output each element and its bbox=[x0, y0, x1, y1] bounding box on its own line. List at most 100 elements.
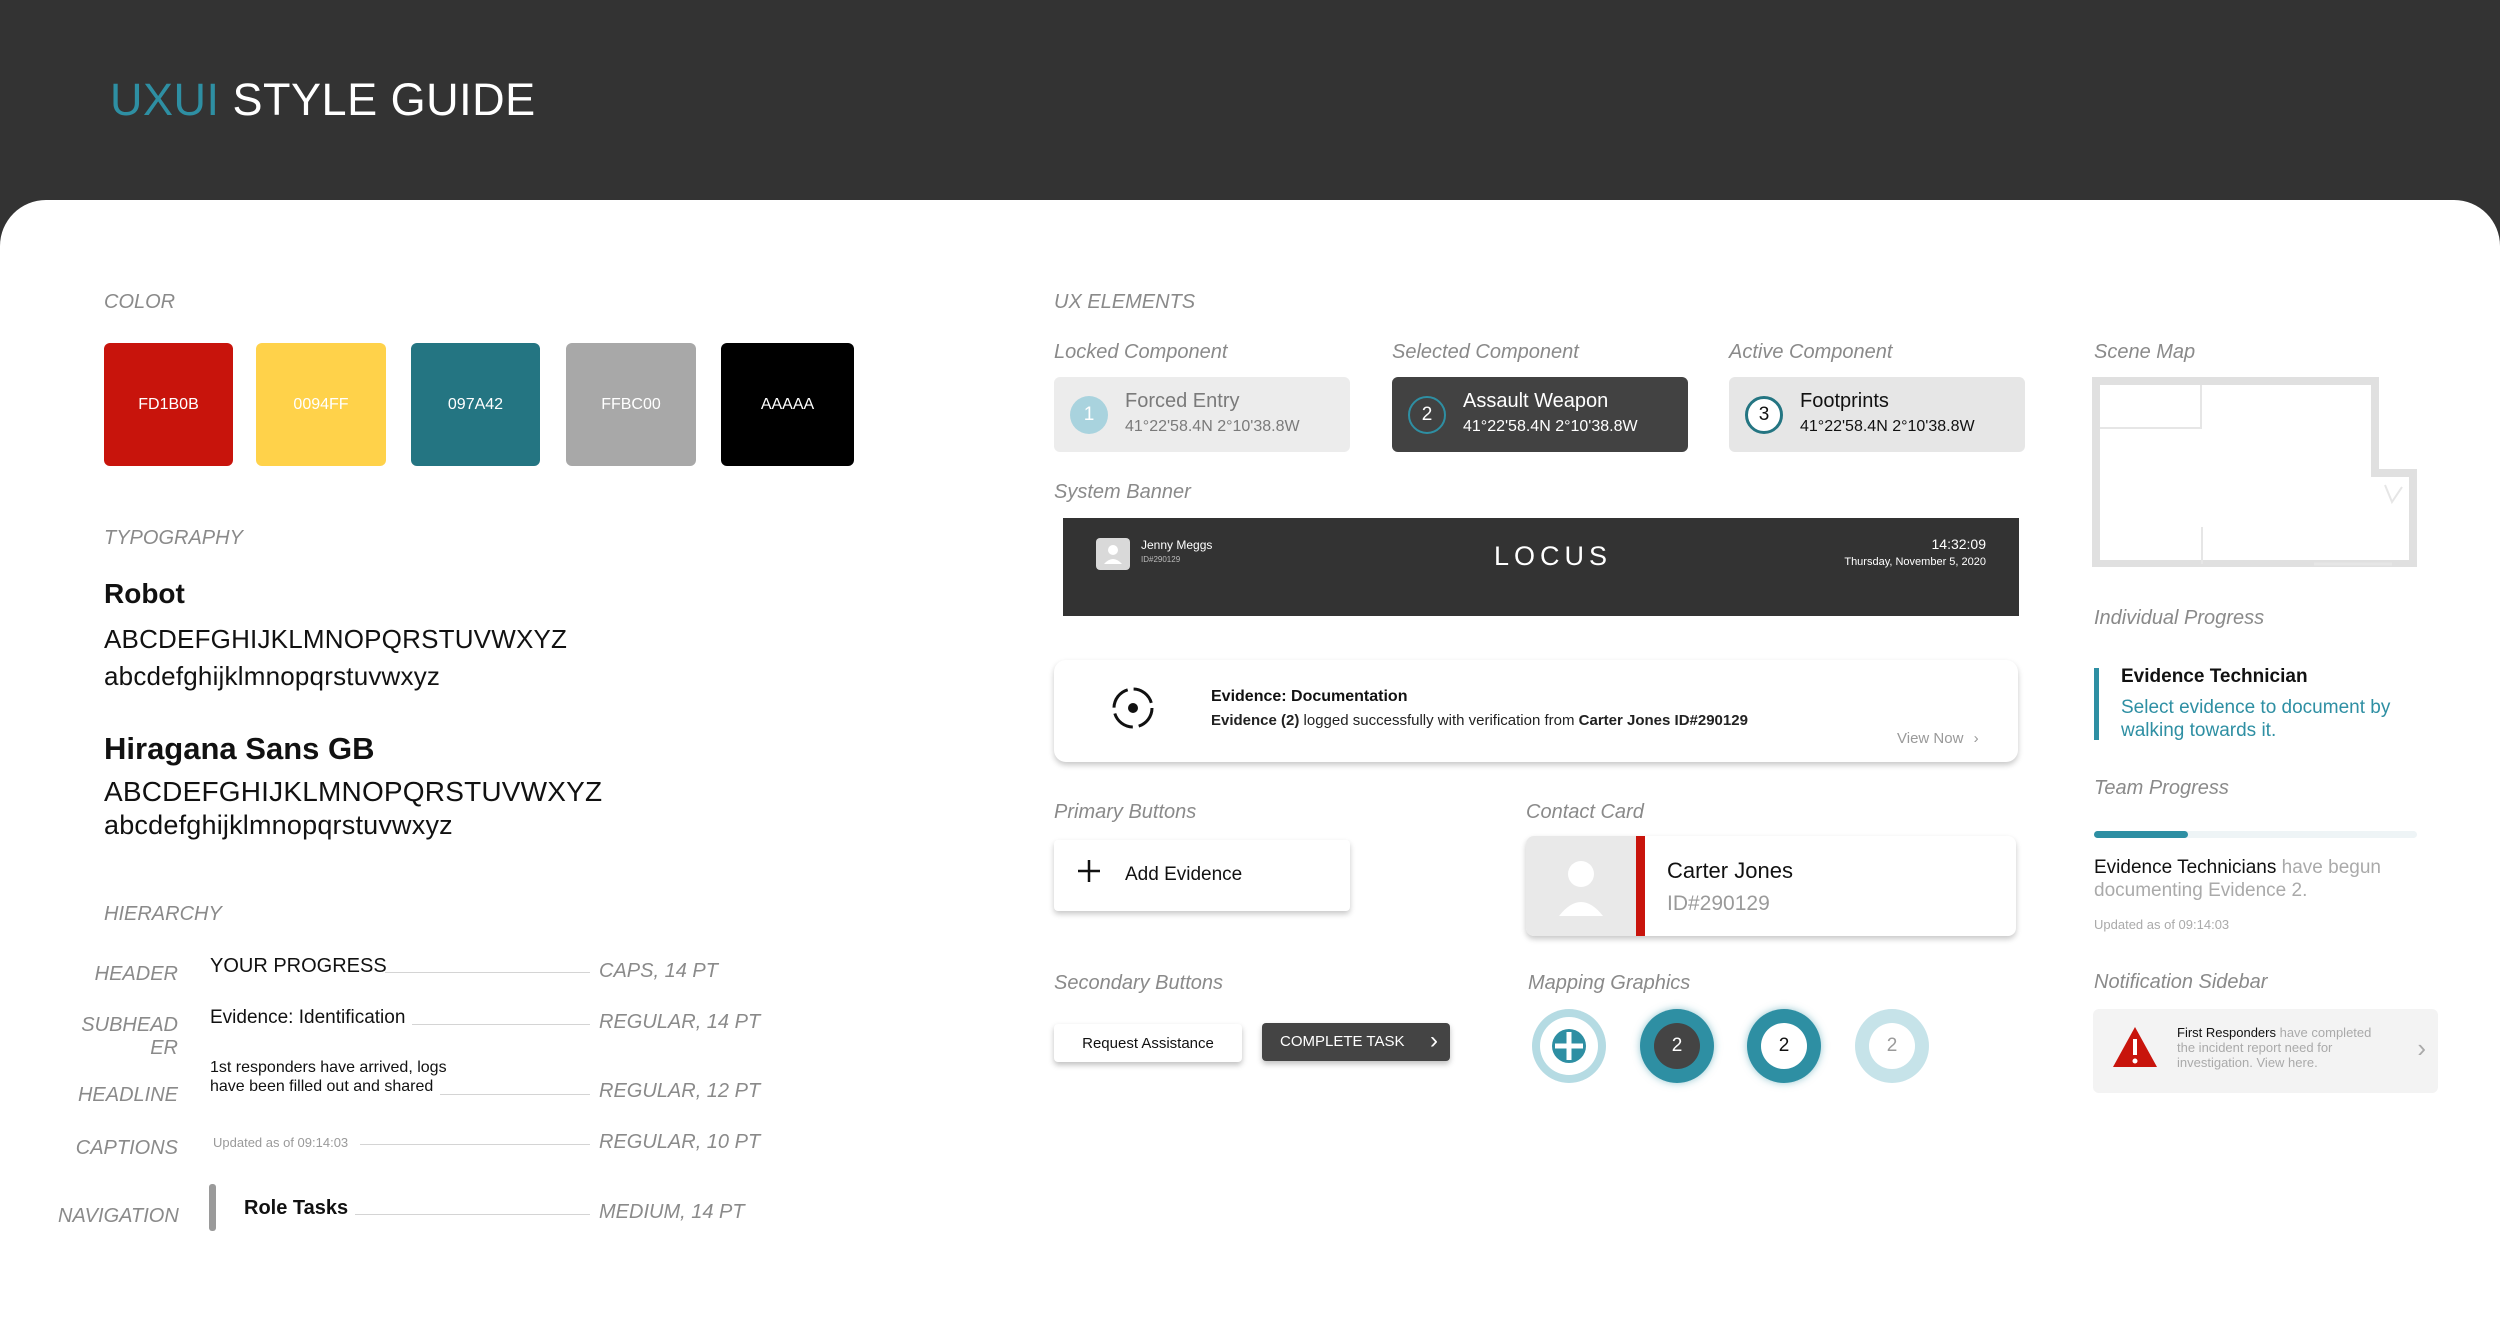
step-number-badge: 2 bbox=[1408, 396, 1446, 434]
map-marker-locked[interactable]: 2 bbox=[1855, 1009, 1929, 1083]
view-now-label: View Now bbox=[1897, 730, 1964, 747]
hierarchy-sample-caption: Updated as of 09:14:03 bbox=[213, 1135, 349, 1150]
chevron-right-icon: › bbox=[2417, 1033, 2426, 1063]
font-sample-upper: ABCDEFGHIJKLMNOPQRSTUVWXYZ bbox=[104, 624, 568, 654]
ux-section-label: UX ELEMENTS bbox=[1054, 291, 1196, 313]
add-evidence-label: Add Evidence bbox=[1125, 864, 1243, 885]
color-swatch-teal: 097A42 bbox=[411, 343, 540, 466]
team-progress-track bbox=[2094, 831, 2417, 838]
progress-indicator-bar bbox=[2094, 668, 2099, 740]
hierarchy-divider bbox=[412, 1024, 590, 1025]
hierarchy-sample-header: YOUR PROGRESS bbox=[210, 955, 387, 977]
secondary-buttons-label: Secondary Buttons bbox=[1054, 972, 1223, 994]
evidence-notification[interactable]: Evidence: Documentation Evidence (2) log… bbox=[1054, 660, 2018, 762]
hierarchy-spec: REGULAR, 14 PT bbox=[599, 1011, 761, 1033]
contact-card-label: Contact Card bbox=[1526, 801, 1644, 823]
title-accent: UXUI bbox=[110, 74, 220, 125]
hierarchy-label: NAVIGATION bbox=[58, 1205, 179, 1227]
notification-title: Evidence: Documentation bbox=[1211, 688, 1408, 705]
font-name-robot: Robot bbox=[104, 578, 185, 609]
system-banner: Jenny Meggs ID#290129 LOCUS 14:32:09 Thu… bbox=[1063, 518, 2019, 616]
selected-component-label: Selected Component bbox=[1392, 341, 1579, 363]
individual-progress-body: Select evidence to document by walking t… bbox=[2121, 697, 2391, 741]
team-progress-text: Evidence Technicians have begun document… bbox=[2094, 856, 2424, 902]
swatch-label: FFBC00 bbox=[601, 395, 661, 413]
hierarchy-label: CAPTIONS bbox=[75, 1137, 178, 1159]
marker-number: 2 bbox=[1869, 1023, 1915, 1069]
team-progress-fill bbox=[2094, 831, 2188, 838]
complete-task-button[interactable]: COMPLETE TASK › bbox=[1262, 1023, 1450, 1061]
hierarchy-label: SUBHEAD ER bbox=[81, 1014, 178, 1059]
hierarchy-label: HEADER bbox=[94, 963, 178, 985]
color-section-label: COLOR bbox=[104, 291, 176, 313]
headline-line-2: have been filled out and shared bbox=[210, 1078, 434, 1095]
person-icon bbox=[1559, 861, 1603, 916]
marker-inner bbox=[1540, 1017, 1598, 1075]
nav-indicator-bar bbox=[209, 1184, 216, 1231]
team-progress-bold: Evidence Technicians bbox=[2094, 857, 2277, 878]
hierarchy-sample-subhead: Evidence: Identification bbox=[210, 1007, 406, 1028]
headline-line-1: 1st responders have arrived, logs bbox=[210, 1059, 447, 1076]
title-rest: STYLE GUIDE bbox=[232, 74, 536, 125]
chevron-right-icon: › bbox=[1430, 1027, 1438, 1054]
hierarchy-sample-nav[interactable]: Role Tasks bbox=[244, 1197, 348, 1220]
banner-user-name: Jenny Meggs bbox=[1141, 538, 1213, 552]
color-swatch-black: AAAAA bbox=[721, 343, 854, 466]
swatch-label: 097A42 bbox=[447, 395, 504, 413]
hierarchy-spec: REGULAR, 12 PT bbox=[599, 1080, 761, 1102]
step-number-badge: 1 bbox=[1070, 396, 1108, 434]
selected-component[interactable]: 2 Assault Weapon 41°22'58.4N 2°10'38.8W bbox=[1392, 377, 1688, 452]
request-assistance-button[interactable]: Request Assistance bbox=[1054, 1024, 1242, 1062]
active-component[interactable]: 3 Footprints 41°22'58.4N 2°10'38.8W bbox=[1729, 377, 2025, 452]
step-title: Footprints bbox=[1800, 390, 1889, 412]
font-sample-lower: abcdefghijklmnopqrstuvwxyz bbox=[104, 810, 453, 840]
scene-map-label: Scene Map bbox=[2094, 341, 2196, 363]
add-evidence-button[interactable]: Add Evidence bbox=[1054, 840, 1350, 911]
marker-number: 2 bbox=[1761, 1023, 1807, 1069]
map-marker-selected[interactable]: 2 bbox=[1640, 1009, 1714, 1083]
hierarchy-sample-headline: 1st responders have arrived, logs have b… bbox=[210, 1058, 447, 1096]
map-marker-target[interactable] bbox=[1532, 1009, 1606, 1083]
notification-sidebar-label: Notification Sidebar bbox=[2094, 971, 2268, 993]
banner-user-id: ID#290129 bbox=[1141, 555, 1181, 564]
banner-time: 14:32:09 bbox=[1931, 536, 1987, 552]
notification-sidebar-text: First Responders have completed the inci… bbox=[2177, 1025, 2387, 1070]
notification-sidebar[interactable]: First Responders have completed the inci… bbox=[2093, 1009, 2438, 1093]
request-assistance-label: Request Assistance bbox=[1082, 1034, 1214, 1052]
hierarchy-spec: REGULAR, 10 PT bbox=[599, 1131, 761, 1153]
primary-buttons-label: Primary Buttons bbox=[1054, 801, 1197, 823]
step-title: Forced Entry bbox=[1125, 390, 1240, 412]
notification-sidebar-bold: First Responders bbox=[2177, 1025, 2276, 1040]
hierarchy-spec: MEDIUM, 14 PT bbox=[599, 1201, 745, 1223]
individual-progress-label: Individual Progress bbox=[2094, 607, 2265, 629]
user-avatar-icon[interactable] bbox=[1096, 538, 1130, 570]
locked-component-label: Locked Component bbox=[1054, 341, 1228, 363]
step-title: Assault Weapon bbox=[1463, 390, 1609, 412]
font-name-hiragana: Hiragana Sans GB bbox=[104, 731, 375, 766]
step-coords: 41°22'58.4N 2°10'38.8W bbox=[1800, 418, 1975, 435]
locked-component: 1 Forced Entry 41°22'58.4N 2°10'38.8W bbox=[1054, 377, 1350, 452]
notification-bold-evidence: Evidence (2) bbox=[1211, 712, 1300, 729]
font-sample-lower: abcdefghijklmnopqrstuvwxyz bbox=[104, 661, 441, 691]
team-progress-label: Team Progress bbox=[2094, 777, 2229, 799]
step-coords: 41°22'58.4N 2°10'38.8W bbox=[1125, 418, 1300, 435]
hierarchy-divider bbox=[360, 1144, 590, 1145]
mapping-graphics-label: Mapping Graphics bbox=[1528, 972, 1691, 994]
map-marker-active[interactable]: 2 bbox=[1747, 1009, 1821, 1083]
contact-card[interactable]: Carter Jones ID#290129 bbox=[1526, 836, 2016, 936]
hierarchy-section-label: HIERARCHY bbox=[104, 903, 222, 925]
hierarchy-label: HEADLINE bbox=[77, 1084, 178, 1106]
swatch-label: AAAAA bbox=[760, 395, 815, 413]
typography-section-label: TYPOGRAPHY bbox=[104, 527, 243, 549]
step-coords: 41°22'58.4N 2°10'38.8W bbox=[1463, 418, 1638, 435]
complete-task-label: COMPLETE TASK bbox=[1280, 1033, 1405, 1050]
banner-date: Thursday, November 5, 2020 bbox=[1844, 556, 1986, 568]
view-now-link[interactable]: View Now › bbox=[1897, 730, 1979, 747]
page-title: UXUI STYLE GUIDE bbox=[110, 74, 536, 126]
plus-icon bbox=[1076, 858, 1102, 889]
scene-map[interactable] bbox=[2092, 377, 2418, 572]
font-sample-upper: ABCDEFGHIJKLMNOPQRSTUVWXYZ bbox=[104, 776, 603, 807]
individual-progress-title: Evidence Technician bbox=[2121, 666, 2308, 687]
color-swatch-red: FD1B0B bbox=[104, 343, 233, 466]
swatch-label: FD1B0B bbox=[138, 395, 199, 413]
